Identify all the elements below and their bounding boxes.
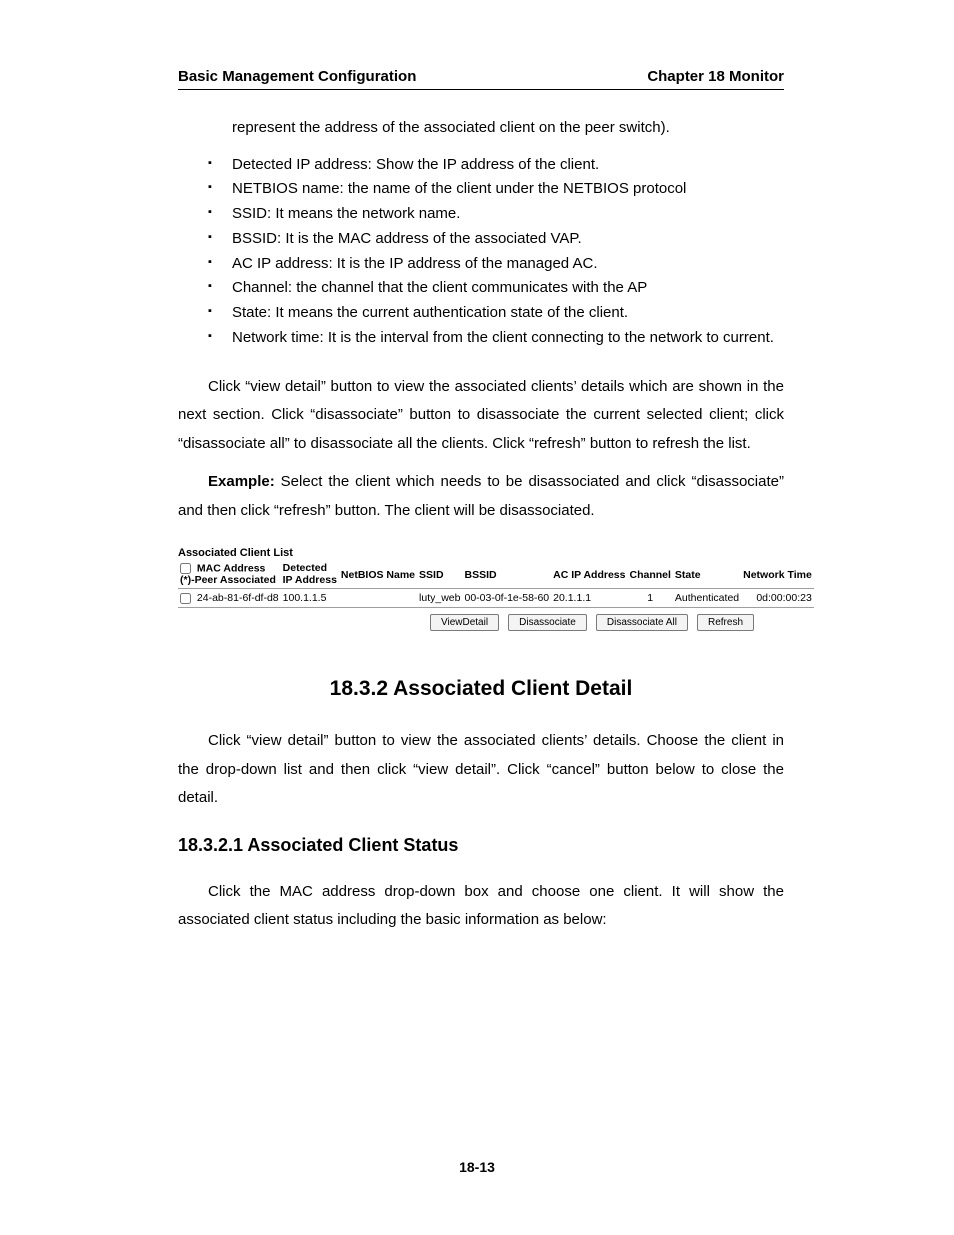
col-acip: AC IP Address (551, 561, 627, 589)
body: represent the address of the associated … (178, 114, 784, 935)
col-ip-line2: IP Address (283, 574, 337, 586)
col-bssid: BSSID (462, 561, 551, 589)
cell-mac: 24-ab-81-6f-df-d8 (178, 589, 281, 608)
col-mac-line1: MAC Address (197, 562, 265, 574)
bullet-item: BSSID: It is the MAC address of the asso… (178, 227, 784, 252)
bullet-item: Channel: the channel that the client com… (178, 276, 784, 301)
continuation-line: represent the address of the associated … (178, 114, 784, 143)
disassociate-button[interactable]: Disassociate (508, 614, 587, 631)
cell-state: Authenticated (673, 589, 741, 608)
header-right: Chapter 18 Monitor (647, 68, 784, 85)
col-ip-line1: Detected (283, 562, 327, 574)
page: Basic Management Configuration Chapter 1… (0, 0, 954, 1235)
col-nettime: Network Time (741, 561, 814, 589)
subsection-heading: 18.3.2.1 Associated Client Status (178, 835, 784, 856)
cell-nettime: 0d:00:00:23 (741, 589, 814, 608)
button-row: ViewDetail Disassociate Disassociate All… (178, 614, 754, 631)
col-mac: MAC Address (*)-Peer Associated (178, 561, 281, 589)
bullet-item: Network time: It is the interval from th… (178, 326, 784, 351)
cell-bssid: 00-03-0f-1e-58-60 (462, 589, 551, 608)
screenshot-associated-client-list: Associated Client List MAC Address (*)-P… (178, 547, 754, 631)
select-all-checkbox[interactable] (180, 563, 191, 574)
table-header-row: MAC Address (*)-Peer Associated Detected… (178, 561, 814, 589)
cell-netbios (339, 589, 417, 608)
cell-ssid: luty_web (417, 589, 462, 608)
cell-mac-text: 24-ab-81-6f-df-d8 (197, 592, 279, 604)
disassociate-all-button[interactable]: Disassociate All (596, 614, 688, 631)
section-heading: 18.3.2 Associated Client Detail (178, 677, 784, 701)
view-detail-button[interactable]: ViewDetail (430, 614, 499, 631)
client-table: MAC Address (*)-Peer Associated Detected… (178, 561, 814, 608)
header-left: Basic Management Configuration (178, 68, 416, 85)
row-checkbox[interactable] (180, 593, 191, 604)
col-netbios: NetBIOS Name (339, 561, 417, 589)
col-channel: Channel (627, 561, 672, 589)
running-header: Basic Management Configuration Chapter 1… (178, 68, 784, 90)
cell-channel: 1 (627, 589, 672, 608)
col-ip: Detected IP Address (281, 561, 339, 589)
bullet-item: State: It means the current authenticati… (178, 301, 784, 326)
col-ssid: SSID (417, 561, 462, 589)
refresh-button[interactable]: Refresh (697, 614, 754, 631)
paragraph: Click “view detail” button to view the a… (178, 727, 784, 813)
paragraph: Click “view detail” button to view the a… (178, 373, 784, 459)
cell-ip: 100.1.1.5 (281, 589, 339, 608)
bullet-list: Detected IP address: Show the IP address… (178, 153, 784, 351)
cell-acip: 20.1.1.1 (551, 589, 627, 608)
screenshot-title: Associated Client List (178, 547, 754, 559)
bullet-item: AC IP address: It is the IP address of t… (178, 252, 784, 277)
example-label: Example: (208, 473, 275, 490)
bullet-item: SSID: It means the network name. (178, 202, 784, 227)
col-state: State (673, 561, 741, 589)
bullet-item: NETBIOS name: the name of the client und… (178, 177, 784, 202)
table-row[interactable]: 24-ab-81-6f-df-d8 100.1.1.5 luty_web 00-… (178, 589, 814, 608)
page-number: 18-13 (0, 1159, 954, 1175)
paragraph: Click the MAC address drop-down box and … (178, 878, 784, 935)
bullet-item: Detected IP address: Show the IP address… (178, 153, 784, 178)
example-paragraph: Example: Select the client which needs t… (178, 468, 784, 525)
col-mac-line2: (*)-Peer Associated (180, 574, 276, 586)
